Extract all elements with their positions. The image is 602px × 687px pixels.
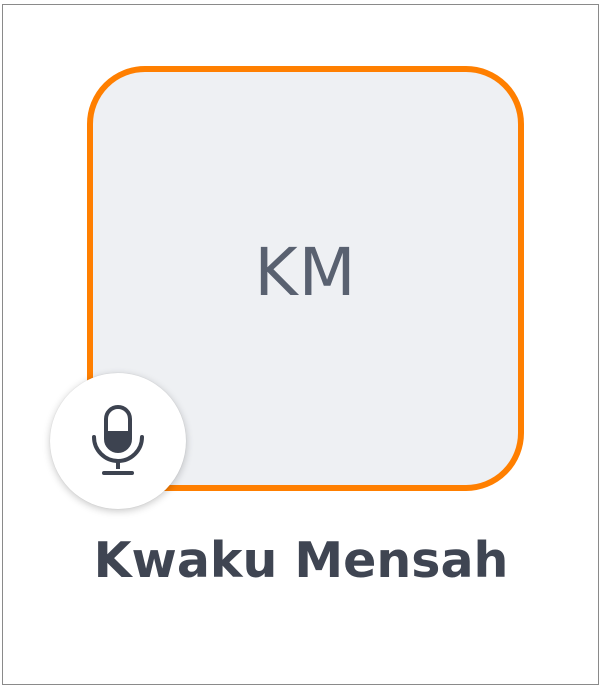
participant-name: Kwaku Mensah [93,532,509,589]
microphone-icon [92,405,144,475]
microphone-status-button[interactable] [50,373,186,509]
participant-initials: KM [254,233,357,311]
